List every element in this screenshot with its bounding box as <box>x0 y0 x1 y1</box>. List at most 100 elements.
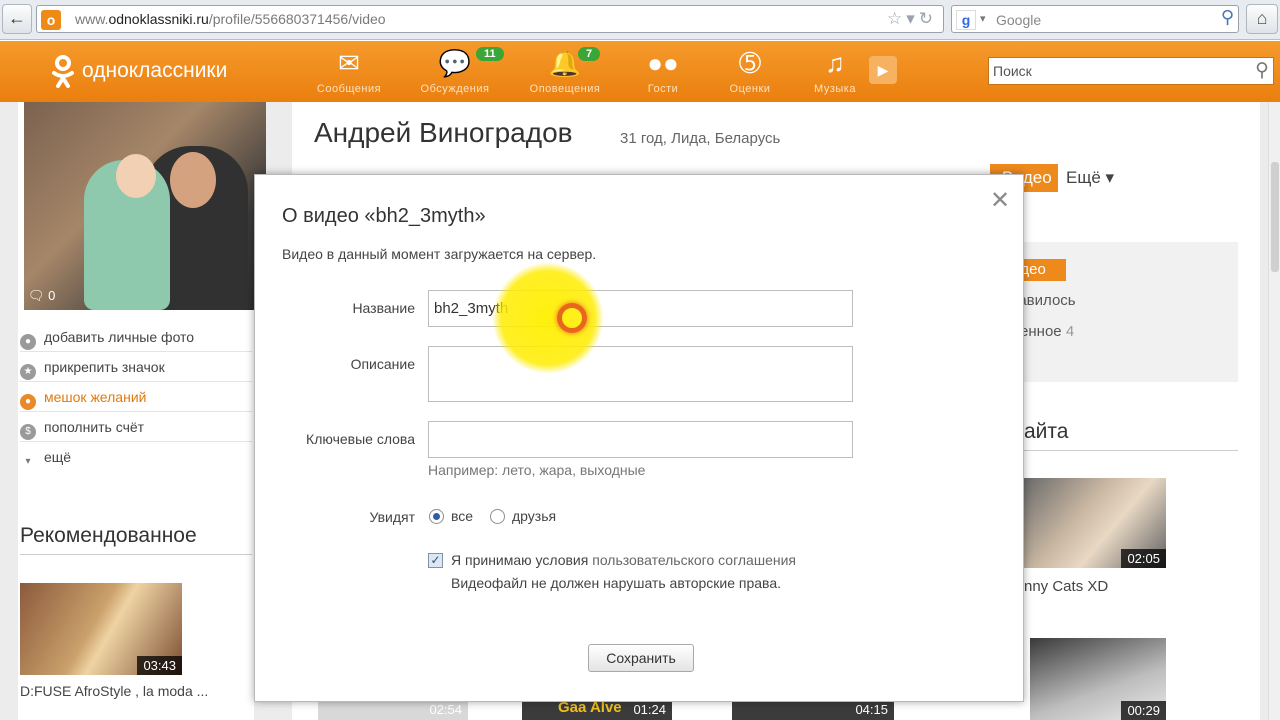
sidebar-link-attach-badge[interactable]: ★ прикрепить значок <box>20 352 252 382</box>
nav-guests[interactable]: ●● Гости <box>618 47 708 95</box>
recommended-video-thumbnail[interactable]: 03:43 <box>20 583 182 675</box>
video-title[interactable]: nny Cats XD <box>1024 578 1108 595</box>
visibility-option-all[interactable]: все <box>451 508 473 524</box>
recommended-heading: Рекомендованное <box>20 524 252 555</box>
nav-label: Оценки <box>729 83 771 95</box>
tab-more[interactable]: Ещё ▾ <box>1066 168 1114 188</box>
sidebar-link-add-photos[interactable]: ● добавить личные фото <box>20 322 252 352</box>
upload-status-text: Видео в данный момент загружается на сер… <box>282 246 597 262</box>
home-icon[interactable]: ⌂ <box>1246 4 1278 34</box>
star-badge-icon: ★ <box>20 364 36 380</box>
odnoklassniki-logo-icon[interactable] <box>50 54 76 88</box>
rating-five-icon: ➄ <box>739 48 761 78</box>
video-duration: 03:43 <box>137 656 182 675</box>
dialog-title: О видео «bh2_3myth» <box>282 205 486 227</box>
nav-label: Музыка <box>814 83 856 95</box>
section-heading: айта <box>1024 420 1238 451</box>
sidebar-link-more[interactable]: ▾ ещё <box>20 442 252 472</box>
nav-discussions[interactable]: 💬 Обсуждения 11 <box>410 47 504 95</box>
nav-ratings[interactable]: ➄ Оценки <box>705 47 795 95</box>
visibility-option-friends[interactable]: друзья <box>512 508 556 524</box>
site-search-input[interactable]: Поиск ⚲ <box>988 57 1274 85</box>
keywords-hint: Например: лето, жара, выходные <box>428 462 646 478</box>
nav-notifications[interactable]: 🔔 Оповещения 7 <box>520 47 610 95</box>
nav-label: Обсуждения <box>420 83 490 95</box>
back-arrow-icon[interactable]: ← <box>2 4 32 34</box>
camera-icon: ● <box>20 334 36 350</box>
address-bar[interactable]: o www.odnoklassniki.ru/profile/556680371… <box>36 5 944 33</box>
recommended-video-title[interactable]: D:FUSE AfroStyle , la moda ... <box>20 683 208 699</box>
photo-babyface-shape <box>116 154 156 198</box>
site-favicon-icon: o <box>41 10 61 30</box>
name-label: Название <box>352 300 415 316</box>
video-duration: 01:24 <box>633 702 666 717</box>
profile-meta: 31 год, Лида, Беларусь <box>620 130 781 147</box>
profile-photo[interactable] <box>24 102 266 310</box>
bookmark-star-icon[interactable]: ☆▾↻ <box>887 9 937 29</box>
nav-label: Сообщения <box>316 83 382 95</box>
video-duration: 04:15 <box>855 702 888 717</box>
site-search-placeholder: Поиск <box>993 63 1032 79</box>
search-icon[interactable]: ⚲ <box>1221 7 1234 28</box>
visibility-radio-all[interactable] <box>429 509 444 524</box>
video-duration: 00:29 <box>1121 701 1166 720</box>
sidebar-link-label: мешок желаний <box>44 389 147 405</box>
save-button[interactable]: Сохранить <box>588 644 694 672</box>
browser-search-placeholder: Google <box>996 12 1042 28</box>
footprints-icon: ●● <box>647 48 679 78</box>
visibility-radio-friends[interactable] <box>490 509 505 524</box>
bottom-video-thumbnail[interactable]: Gaa Alve 01:24 <box>522 699 672 720</box>
address-bar-url: www.odnoklassniki.ru/profile/55668037145… <box>75 11 386 27</box>
close-icon[interactable]: ✕ <box>990 186 1010 215</box>
video-submenu-count: 4 <box>1065 323 1075 340</box>
video-thumbnail[interactable]: 02:05 <box>1024 478 1166 568</box>
visibility-label: Увидят <box>369 509 415 525</box>
google-logo-icon: g <box>956 10 976 30</box>
description-textarea[interactable] <box>428 346 853 402</box>
photo-face-shape <box>170 152 216 208</box>
photo-comment-count[interactable]: 🗨 0 <box>28 288 55 304</box>
description-label: Описание <box>350 356 415 372</box>
discussions-badge: 11 <box>476 47 504 61</box>
sidebar-link-label: добавить личные фото <box>44 329 195 345</box>
search-engine-dropdown-icon[interactable]: ▾ <box>980 12 986 25</box>
sidebar-link-wish-bag[interactable]: ● мешок желаний <box>20 382 252 412</box>
logo-text[interactable]: одноклассники <box>82 59 227 83</box>
sidebar-link-top-up[interactable]: $ пополнить счёт <box>20 412 252 442</box>
keywords-label: Ключевые слова <box>306 431 415 447</box>
keywords-input[interactable] <box>428 421 853 458</box>
scrollbar-thumb[interactable] <box>1271 162 1279 272</box>
bottom-video-thumbnail[interactable]: 02:54 <box>318 700 468 720</box>
play-icon[interactable]: ▶ <box>869 56 897 84</box>
video-duration: 02:05 <box>1121 549 1166 568</box>
site-header: одноклассники ✉ Сообщения 💬 Обсуждения 1… <box>0 41 1280 102</box>
user-agreement-link[interactable]: пользовательского соглашения <box>592 552 796 568</box>
video-duration: 02:54 <box>429 702 462 717</box>
agree-checkbox[interactable]: ✓ <box>428 553 443 568</box>
search-icon[interactable]: ⚲ <box>1255 59 1269 82</box>
sidebar-link-label: прикрепить значок <box>44 359 165 375</box>
nav-label: Оповещения <box>529 83 601 95</box>
coin-icon: $ <box>20 424 36 440</box>
agree-text-label: Я принимаю условия <box>451 552 589 568</box>
page-scrollbar[interactable] <box>1268 102 1280 720</box>
photo-comment-number: 0 <box>48 288 56 303</box>
browser-search-box[interactable]: g ▾ Google ⚲ <box>951 5 1239 33</box>
notifications-badge: 7 <box>578 47 601 61</box>
profile-name[interactable]: Андрей Виноградов <box>314 117 573 149</box>
name-input[interactable]: bh2_3myth <box>428 290 853 327</box>
envelope-icon: ✉ <box>338 48 360 78</box>
sidebar-link-label: ещё <box>44 449 72 465</box>
gift-bag-icon: ● <box>20 394 36 410</box>
music-note-icon: ♫ <box>825 48 845 78</box>
copyright-note: Видеофайл не должен нарушать авторские п… <box>451 575 782 591</box>
chevron-down-icon: ▾ <box>25 456 31 467</box>
bottom-video-thumbnail[interactable]: 04:15 <box>732 700 894 720</box>
nav-messages[interactable]: ✉ Сообщения <box>304 47 394 95</box>
nav-music[interactable]: ♫ Музыка <box>790 47 880 95</box>
nav-label: Гости <box>647 83 679 95</box>
agree-text: Я принимаю условия пользовательского сог… <box>451 552 796 568</box>
sidebar-link-label: пополнить счёт <box>44 419 145 435</box>
browser-toolbar: ← o www.odnoklassniki.ru/profile/5566803… <box>0 0 1280 40</box>
video-thumbnail[interactable]: 00:29 <box>1030 638 1166 720</box>
